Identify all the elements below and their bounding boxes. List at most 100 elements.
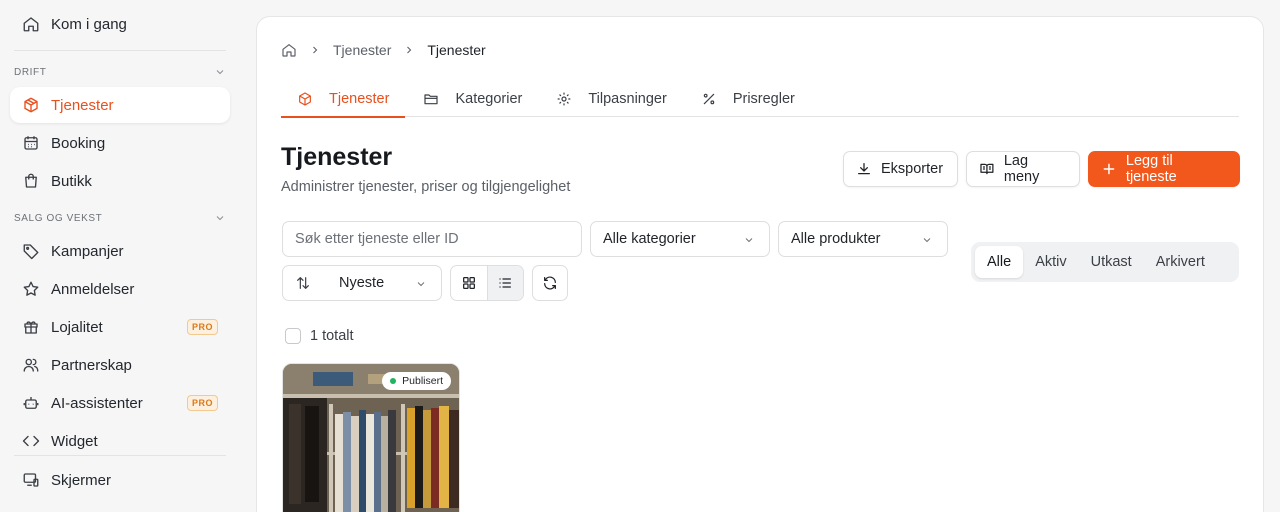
shopping-bag-icon bbox=[22, 172, 40, 190]
tab-tilpasninger[interactable]: Tilpasninger bbox=[540, 81, 682, 117]
sidebar-item-lojalitet[interactable]: Lojalitet PRO bbox=[10, 309, 230, 345]
section-label-text: DRIFT bbox=[14, 66, 47, 78]
grid-view-button[interactable] bbox=[451, 266, 487, 300]
select-value: Nyeste bbox=[339, 275, 385, 291]
sidebar-item-tjenester[interactable]: Tjenester bbox=[10, 87, 230, 123]
sidebar-item-butikk[interactable]: Butikk bbox=[10, 163, 230, 199]
refresh-icon bbox=[544, 276, 556, 290]
sidebar-item-kampanjer[interactable]: Kampanjer bbox=[10, 233, 230, 269]
select-value: Alle kategorier bbox=[603, 231, 696, 247]
sidebar-item-label: AI-assistenter bbox=[51, 394, 143, 412]
sidebar-item-label: Skjermer bbox=[51, 471, 112, 489]
grid-icon bbox=[462, 277, 475, 289]
home-icon bbox=[22, 15, 40, 33]
create-menu-button[interactable]: Lag meny bbox=[966, 151, 1080, 187]
tag-icon bbox=[22, 242, 40, 260]
breadcrumb-current: Tjenester bbox=[427, 42, 486, 58]
tab-label: Tilpasninger bbox=[588, 91, 667, 107]
page-title: Tjenester bbox=[281, 143, 393, 171]
total-row: 1 totalt bbox=[285, 328, 354, 344]
button-label: Eksporter bbox=[881, 161, 944, 177]
sidebar-divider bbox=[14, 50, 226, 51]
status-tab-utkast[interactable]: Utkast bbox=[1079, 246, 1144, 278]
status-tab-alle[interactable]: Alle bbox=[975, 246, 1024, 278]
sidebar-divider bbox=[14, 455, 226, 456]
sidebar-item-kom-i-gang[interactable]: Kom i gang bbox=[10, 6, 230, 42]
chevron-down-icon bbox=[745, 238, 753, 243]
pro-badge: PRO bbox=[186, 319, 218, 335]
chevron-down-icon bbox=[216, 70, 224, 75]
tab-label: Tjenester bbox=[329, 91, 390, 107]
gear-icon bbox=[558, 92, 571, 106]
chevron-down-icon bbox=[216, 216, 224, 221]
gift-icon bbox=[22, 318, 40, 336]
sort-select[interactable]: Nyeste bbox=[282, 265, 442, 301]
tab-label: Prisregler bbox=[732, 91, 795, 107]
folder-icon bbox=[424, 94, 439, 105]
star-icon bbox=[22, 280, 40, 298]
sidebar-item-ai-assistenter[interactable]: AI-assistenter PRO bbox=[10, 385, 230, 421]
sidebar-item-label: Partnerskap bbox=[51, 356, 132, 374]
sidebar-item-label: Kom i gang bbox=[51, 15, 127, 33]
section-label-drift[interactable]: DRIFT bbox=[14, 66, 226, 78]
add-service-button[interactable]: Legg til tjeneste bbox=[1088, 151, 1240, 187]
list-view-button[interactable] bbox=[486, 266, 523, 300]
service-card[interactable]: Publisert bbox=[282, 363, 460, 512]
box-icon bbox=[22, 96, 40, 114]
breadcrumb-link[interactable]: Tjenester bbox=[333, 42, 391, 58]
sidebar: Kom i gang DRIFT Tjenester Booking Butik… bbox=[0, 0, 240, 512]
button-label: Legg til tjeneste bbox=[1125, 153, 1177, 185]
status-badge-label: Publisert bbox=[402, 375, 443, 387]
code-icon bbox=[22, 432, 40, 450]
sidebar-item-label: Anmeldelser bbox=[51, 280, 135, 298]
button-label: Lag meny bbox=[1003, 153, 1040, 185]
page-subtitle: Administrer tjenester, priser og tilgjen… bbox=[281, 179, 571, 195]
section-label-text: SALG OG VEKST bbox=[14, 212, 103, 224]
list-icon bbox=[499, 278, 512, 288]
sort-icon bbox=[297, 277, 309, 289]
view-toggle bbox=[450, 265, 524, 301]
tab-label: Kategorier bbox=[455, 91, 523, 107]
home-icon[interactable] bbox=[281, 42, 297, 58]
sidebar-item-anmeldelser[interactable]: Anmeldelser bbox=[10, 271, 230, 307]
pro-badge: PRO bbox=[186, 395, 218, 411]
sidebar-item-booking[interactable]: Booking bbox=[10, 125, 230, 161]
status-tab-aktiv[interactable]: Aktiv bbox=[1023, 246, 1078, 278]
calendar-icon bbox=[22, 134, 40, 152]
sidebar-item-label: Tjenester bbox=[51, 96, 114, 114]
users-icon bbox=[22, 356, 40, 374]
chevron-right-icon bbox=[403, 44, 415, 56]
chevron-down-icon bbox=[923, 238, 931, 243]
search-input[interactable]: Søk etter tjeneste eller ID bbox=[282, 221, 582, 257]
chevron-right-icon bbox=[309, 44, 321, 56]
plus-icon bbox=[1103, 163, 1115, 175]
export-button[interactable]: Eksporter bbox=[843, 151, 958, 187]
sidebar-item-label: Widget bbox=[51, 432, 98, 450]
status-badge: Publisert bbox=[382, 372, 451, 390]
sidebar-item-partnerskap[interactable]: Partnerskap bbox=[10, 347, 230, 383]
percent-icon bbox=[703, 93, 715, 105]
tab-kategorier[interactable]: Kategorier bbox=[407, 81, 538, 117]
sidebar-item-widget[interactable]: Widget bbox=[10, 423, 230, 459]
download-icon bbox=[858, 163, 870, 175]
product-select[interactable]: Alle produkter bbox=[778, 221, 948, 257]
sidebar-item-label: Butikk bbox=[51, 172, 92, 190]
bot-icon bbox=[22, 394, 40, 412]
sidebar-item-skjermer[interactable]: Skjermer bbox=[10, 462, 230, 498]
select-all-checkbox[interactable] bbox=[285, 328, 301, 344]
chevron-down-icon bbox=[417, 282, 425, 287]
refresh-button[interactable] bbox=[532, 265, 568, 301]
section-label-salg-og-vekst[interactable]: SALG OG VEKST bbox=[14, 212, 226, 224]
status-dot bbox=[390, 378, 397, 384]
sidebar-item-label: Kampanjer bbox=[51, 242, 124, 260]
breadcrumb: Tjenester Tjenester bbox=[281, 42, 486, 58]
category-select[interactable]: Alle kategorier bbox=[590, 221, 770, 257]
sidebar-item-label: Lojalitet bbox=[51, 318, 103, 336]
select-value: Alle produkter bbox=[791, 231, 881, 247]
status-tab-arkivert[interactable]: Arkivert bbox=[1144, 246, 1217, 278]
main-content: Tjenester Tjenester Tjenester Kategorier… bbox=[256, 16, 1264, 512]
tab-tjenester[interactable]: Tjenester bbox=[281, 81, 406, 118]
monitor-icon bbox=[22, 471, 40, 489]
tab-prisregler[interactable]: Prisregler bbox=[685, 81, 811, 117]
search-placeholder: Søk etter tjeneste eller ID bbox=[295, 231, 459, 247]
